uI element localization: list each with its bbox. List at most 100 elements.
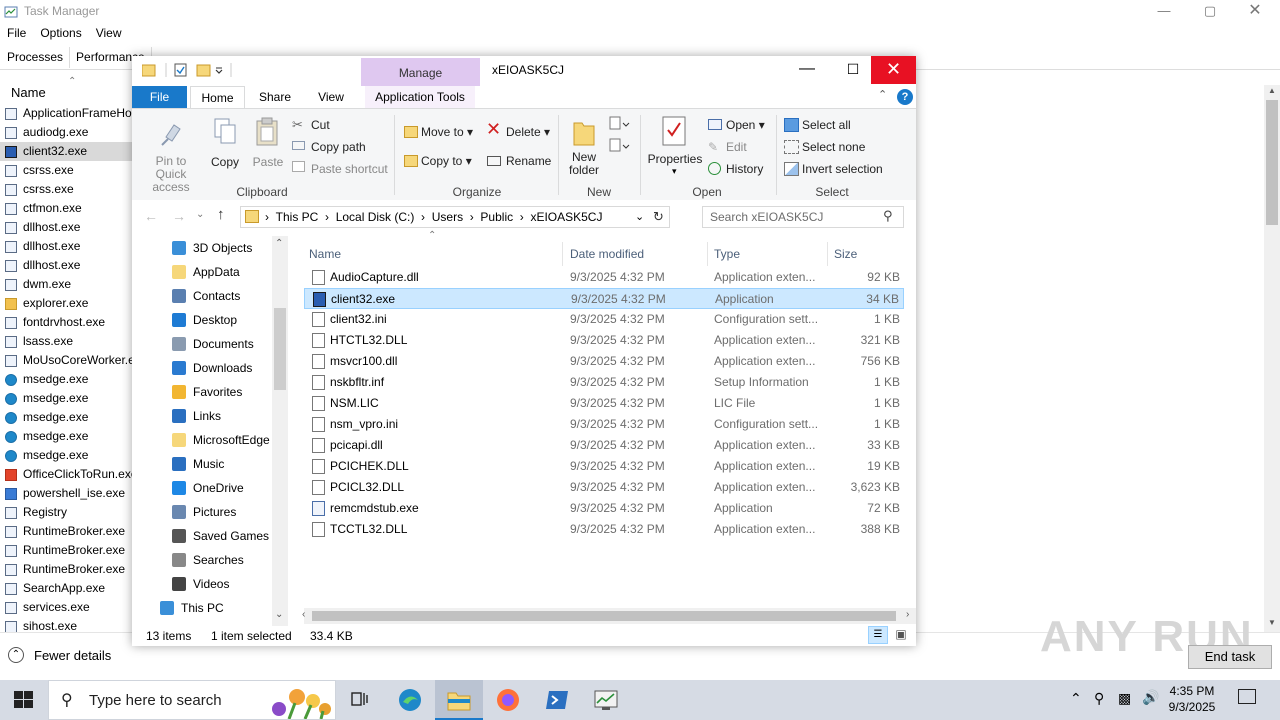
search-icon[interactable]: ⚲ (883, 208, 893, 224)
process-row[interactable]: msedge.exe (0, 389, 132, 408)
tab-home[interactable]: Home (190, 86, 245, 108)
process-row[interactable]: fontdrvhost.exe (0, 313, 132, 332)
breadcrumb-local-disk[interactable]: Local Disk (C:) (336, 210, 415, 224)
network-icon[interactable]: ▩ (1118, 690, 1131, 707)
tm-menu-options[interactable]: Options (33, 24, 88, 42)
back-arrow-icon[interactable]: ← (144, 208, 158, 224)
process-row[interactable]: dwm.exe (0, 275, 132, 294)
process-row[interactable]: csrss.exe (0, 180, 132, 199)
chevron-up-icon[interactable]: ⌃ (8, 647, 24, 663)
column-divider[interactable] (562, 242, 563, 266)
copy-button[interactable]: Copy (210, 155, 240, 169)
file-row[interactable]: pcicapi.dll 9/3/2025 4:32 PM Application e… (304, 435, 904, 456)
process-row[interactable]: dllhost.exe (0, 218, 132, 237)
process-row[interactable]: csrss.exe (0, 161, 132, 180)
file-row[interactable]: HTCTL32.DLL 9/3/2025 4:32 PM Application e… (304, 330, 904, 351)
breadcrumb-users[interactable]: Users (432, 210, 463, 224)
address-bar[interactable]: › This PC › Local Disk (C:) › Users › Pu… (240, 206, 670, 228)
nav-item[interactable]: This PC (160, 596, 224, 620)
paste-button[interactable]: Paste (252, 155, 284, 169)
properties-button[interactable]: Properties (646, 152, 704, 166)
column-type[interactable]: Type (714, 242, 740, 266)
file-row[interactable]: NSM.LIC 9/3/2025 4:32 PM LIC File 1 KB (304, 393, 904, 414)
taskbar-search-input[interactable]: Type here to search (89, 692, 222, 709)
file-row[interactable]: nsm_vpro.ini 9/3/2025 4:32 PM Configuratio… (304, 414, 904, 435)
address-dropdown-icon[interactable]: ⌄ (635, 210, 644, 223)
nav-item[interactable]: Downloads (172, 356, 252, 380)
nav-item[interactable]: Saved Games (172, 524, 269, 548)
tab-application-tools[interactable]: Application Tools (365, 86, 475, 108)
edge-taskbar-icon[interactable] (386, 680, 434, 720)
copy-to-button[interactable]: Copy to ▾ (421, 154, 472, 168)
process-row[interactable]: audiodg.exe (0, 123, 132, 142)
delete-button[interactable]: Delete ▾ (506, 125, 550, 139)
file-explorer-taskbar-icon[interactable] (435, 680, 483, 720)
scroll-left-icon[interactable]: ‹ (302, 609, 305, 620)
process-row[interactable]: OfficeClickToRun.exe (0, 465, 132, 484)
search-input[interactable]: Search xEIOASK5CJ (710, 210, 823, 224)
nav-item[interactable]: Videos (172, 572, 229, 596)
nav-item[interactable]: Contacts (172, 284, 240, 308)
select-all-button[interactable]: Select all (802, 118, 851, 132)
process-row[interactable]: dllhost.exe (0, 256, 132, 275)
breadcrumb-this-pc[interactable]: This PC (276, 210, 319, 224)
process-row[interactable]: explorer.exe (0, 294, 132, 313)
move-to-button[interactable]: Move to ▾ (421, 125, 473, 139)
process-row[interactable]: dllhost.exe (0, 237, 132, 256)
file-row[interactable]: client32.exe 9/3/2025 4:32 PM Application 3… (304, 288, 904, 309)
process-row[interactable]: msedge.exe (0, 370, 132, 389)
tab-view[interactable]: View (306, 86, 356, 108)
tm-name-column-header[interactable]: Name (11, 85, 46, 100)
details-view-icon[interactable]: ☰ (868, 626, 888, 644)
forward-arrow-icon[interactable]: → (172, 208, 186, 224)
firefox-taskbar-icon[interactable] (484, 680, 532, 720)
collapse-ribbon-icon[interactable]: ⌃ (878, 88, 887, 101)
tm-scrollbar-thumb[interactable] (1266, 100, 1278, 225)
tm-close-button[interactable]: ✕ (1232, 0, 1278, 24)
refresh-icon[interactable]: ↻ (653, 209, 664, 225)
nav-item[interactable]: AppData (172, 260, 240, 284)
file-row[interactable]: client32.ini 9/3/2025 4:32 PM Configuratio… (304, 309, 904, 330)
clock[interactable]: 4:35 PM 9/3/2025 (1160, 683, 1224, 715)
process-row[interactable]: lsass.exe (0, 332, 132, 351)
process-row[interactable]: RuntimeBroker.exe (0, 522, 132, 541)
recent-locations-icon[interactable]: ⌄ (196, 209, 204, 220)
process-row[interactable]: ApplicationFrameHost.exe (0, 104, 132, 123)
process-row[interactable]: msedge.exe (0, 427, 132, 446)
open-button[interactable]: Open ▾ (726, 118, 765, 132)
fewer-details-link[interactable]: Fewer details (34, 648, 111, 663)
cut-button[interactable]: Cut (311, 118, 330, 132)
nav-item[interactable]: 3D Objects (172, 236, 252, 260)
breadcrumb-current[interactable]: xEIOASK5CJ (530, 210, 602, 224)
nav-item[interactable]: Desktop (172, 308, 237, 332)
paste-shortcut-button[interactable]: Paste shortcut (311, 162, 388, 176)
process-row[interactable]: MoUsoCoreWorker.exe (0, 351, 132, 370)
tm-menu-view[interactable]: View (89, 24, 129, 42)
task-view-icon[interactable] (336, 680, 384, 720)
taskbar-search[interactable]: ⚲ Type here to search (48, 680, 336, 720)
nav-item[interactable]: Links (172, 404, 221, 428)
history-button[interactable]: History (726, 162, 763, 176)
rename-button[interactable]: Rename (506, 154, 551, 168)
windows-start-icon[interactable] (14, 691, 34, 709)
scroll-up-icon[interactable]: ▲ (1268, 86, 1276, 95)
powershell-ise-taskbar-icon[interactable] (533, 680, 581, 720)
nav-item[interactable]: OneDrive (172, 476, 244, 500)
new-folder-button[interactable]: New folder (564, 151, 604, 177)
tab-file[interactable]: File (132, 86, 187, 108)
edit-button[interactable]: Edit (726, 140, 747, 154)
minimize-button[interactable]: — (784, 56, 830, 84)
select-none-button[interactable]: Select none (802, 140, 865, 154)
process-row[interactable]: msedge.exe (0, 408, 132, 427)
process-row[interactable]: Registry (0, 503, 132, 522)
nav-item[interactable]: Pictures (172, 500, 236, 524)
process-row[interactable]: services.exe (0, 598, 132, 617)
copy-path-button[interactable]: Copy path (311, 140, 366, 154)
nav-scroll-up-icon[interactable]: ⌃ (275, 238, 283, 249)
tab-share[interactable]: Share (250, 86, 300, 108)
task-manager-taskbar-icon[interactable] (582, 680, 630, 720)
column-divider[interactable] (827, 242, 828, 266)
nav-item[interactable]: Documents (172, 332, 254, 356)
horizontal-scrollbar-thumb[interactable] (312, 611, 896, 621)
manage-contextual-tab[interactable]: Manage (361, 58, 480, 86)
